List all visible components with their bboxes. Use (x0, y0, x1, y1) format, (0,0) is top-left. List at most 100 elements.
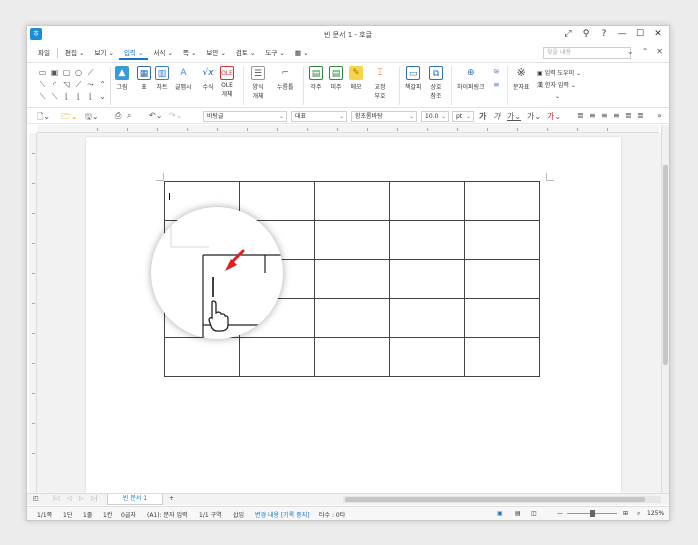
undo-icon[interactable]: ↶⌄ (149, 111, 162, 120)
menu-edit[interactable]: 편집 ⌄ (60, 46, 89, 60)
cross-ref-button[interactable]: ⧉ 상호 참조 (429, 66, 443, 100)
align-distribute-icon[interactable]: ≣ (625, 111, 632, 120)
hyperlink-button[interactable]: ⊕ 하이퍼링크 (457, 66, 485, 91)
tab-list-icon[interactable]: ◰ (33, 495, 39, 502)
add-tab-button[interactable]: + (169, 495, 174, 502)
search-input[interactable]: 찾을 내용 (543, 47, 631, 59)
align-justify-icon[interactable]: ≣ (577, 111, 584, 120)
view-web-icon[interactable]: ▤ (515, 510, 521, 517)
view-page-icon[interactable]: ◫ (531, 510, 537, 517)
vertical-scroll-thumb[interactable] (663, 165, 668, 365)
font-color-icon[interactable]: 가⌄ (547, 111, 561, 122)
table-cell[interactable] (389, 220, 465, 260)
pin-icon[interactable]: ⚲ (579, 28, 593, 41)
menu-tools[interactable]: 도구 ⌄ (260, 46, 289, 60)
footnote-button[interactable]: ▤ 각주 (309, 66, 323, 91)
collapse-ribbon-icon[interactable]: ⌃ (642, 47, 649, 56)
horizontal-scroll-thumb[interactable] (345, 497, 645, 502)
status-insert-mode[interactable]: 삽입 (233, 510, 244, 519)
table-cell[interactable] (389, 298, 465, 338)
shapes-gallery[interactable]: ▭ ▣ ▢ ○ ⟋ ⟍ ◜ ◹ ⟋ ⤳ ⌃ ⟍ ⟍ ⌊ ⌊ ⌊ ⌄ (37, 67, 111, 105)
table-cell[interactable] (389, 259, 465, 299)
zoom-magnifier-icon[interactable]: ⌕ (637, 510, 640, 518)
minimize-button[interactable]: — (615, 28, 629, 41)
status-zoom[interactable]: 125% (647, 510, 664, 517)
table-cell[interactable] (239, 181, 315, 221)
new-doc-icon[interactable]: 🗋⌄ (37, 111, 50, 125)
resize-icon[interactable]: ⤢ (561, 28, 575, 41)
font-size-input[interactable]: 10.0 ⌄ (421, 111, 449, 122)
menu-security[interactable]: 보안 ⌄ (201, 46, 230, 60)
strike-icon[interactable]: 가⌄ (527, 111, 541, 122)
table-cell[interactable] (314, 220, 390, 260)
print-icon[interactable]: ⎙ (115, 111, 121, 121)
tab-next-icon[interactable]: ▷ (79, 495, 84, 502)
bold-icon[interactable]: 가 (479, 111, 486, 122)
proof-mark-button[interactable]: ⌶ 교정 부호 (373, 66, 387, 100)
status-section[interactable]: 1/1 구역 (199, 510, 222, 519)
zoom-out-icon[interactable]: — (557, 510, 563, 517)
horizontal-ruler[interactable] (37, 125, 659, 133)
ole-button[interactable]: OLE OLE 개체 (220, 66, 234, 98)
vertical-ruler[interactable] (29, 133, 37, 493)
language-select[interactable]: 대표 ⌄ (291, 111, 347, 122)
unit-select[interactable]: pt ⌄ (452, 111, 474, 122)
ribbon-close-icon[interactable]: ✕ (656, 47, 663, 56)
menu-view[interactable]: 보기 ⌄ (89, 46, 118, 60)
table-cell[interactable] (314, 298, 390, 338)
view-normal-icon[interactable]: ▣ (497, 510, 503, 517)
table-cell[interactable] (389, 337, 465, 377)
memo-button[interactable]: ✎ 메모 (349, 66, 363, 91)
table-cell[interactable] (464, 337, 540, 377)
menu-insert[interactable]: 입력 ⌄ (118, 46, 149, 60)
search-dropdown-icon[interactable]: ⌄ (627, 47, 634, 56)
horizontal-scrollbar[interactable] (343, 496, 661, 503)
redo-icon[interactable]: ↷⌄ (169, 111, 182, 120)
table-cell[interactable] (314, 181, 390, 221)
underline-icon[interactable]: 가⌄ (507, 111, 521, 122)
picture-button[interactable]: ▲ 그림 (115, 66, 129, 91)
status-track-changes[interactable]: 변경 내용 [기록 중지] (255, 510, 310, 519)
click-field-button[interactable]: ⌐ 누름틀 (277, 66, 294, 91)
table-cell[interactable] (314, 259, 390, 299)
help-icon[interactable]: ? (597, 28, 611, 41)
menu-page[interactable]: 쪽 ⌄ (178, 46, 202, 60)
open-folder-icon[interactable]: 🗁⌄ (61, 111, 78, 125)
zoom-in-icon[interactable]: ⊞ (623, 510, 628, 517)
table-cell[interactable] (314, 337, 390, 377)
italic-icon[interactable]: 가 (493, 111, 500, 122)
preview-icon[interactable]: ⌕ (127, 111, 131, 121)
align-center-icon[interactable]: ≡ (601, 111, 608, 120)
tab-prev-icon[interactable]: ◁ (67, 495, 72, 502)
menu-review[interactable]: 검토 ⌄ (231, 46, 260, 60)
hanja-input-button[interactable]: 漢 한자 입력 ⌄ (537, 80, 576, 89)
symbol-dropdown-icon[interactable]: ⌄ (555, 93, 560, 100)
table-cell[interactable] (464, 259, 540, 299)
table-cell[interactable] (464, 298, 540, 338)
status-page[interactable]: 1/1쪽 (37, 510, 52, 519)
vertical-scrollbar[interactable] (661, 125, 669, 493)
document-page[interactable] (86, 137, 621, 493)
menu-format[interactable]: 서식 ⌄ (148, 46, 177, 60)
align-split-icon[interactable]: ≣ (637, 111, 644, 120)
toolbar-more-icon[interactable]: » (657, 111, 662, 120)
save-icon[interactable]: 🖫⌄ (85, 111, 99, 125)
table-cell[interactable] (464, 220, 540, 260)
close-button[interactable]: ✕ (651, 28, 665, 41)
form-object-button[interactable]: ☰ 양식 개체 (251, 66, 265, 100)
clipart-button[interactable]: A 글맵시 (175, 66, 192, 91)
tab-last-icon[interactable]: ▷| (91, 495, 98, 502)
tab-first-icon[interactable]: |◁ (53, 495, 60, 502)
link-small-icon[interactable]: ≋ (493, 67, 500, 76)
align-left-icon[interactable]: ≡ (589, 111, 596, 120)
table-cell[interactable] (464, 181, 540, 221)
formula-button[interactable]: √x 수식 (201, 66, 215, 91)
align-right-icon[interactable]: ≡ (613, 111, 620, 120)
bookmark-button[interactable]: ▭ 책갈피 (405, 66, 422, 91)
zoom-slider-knob[interactable] (590, 510, 595, 517)
symbol-button[interactable]: ※ 문자표 (513, 66, 530, 91)
chart-button[interactable]: ▥ 차트 (155, 66, 169, 91)
endnote-button[interactable]: ▤ 미주 (329, 66, 343, 91)
table-button[interactable]: ▦ 표 (137, 66, 151, 91)
table-cell[interactable] (164, 337, 240, 377)
